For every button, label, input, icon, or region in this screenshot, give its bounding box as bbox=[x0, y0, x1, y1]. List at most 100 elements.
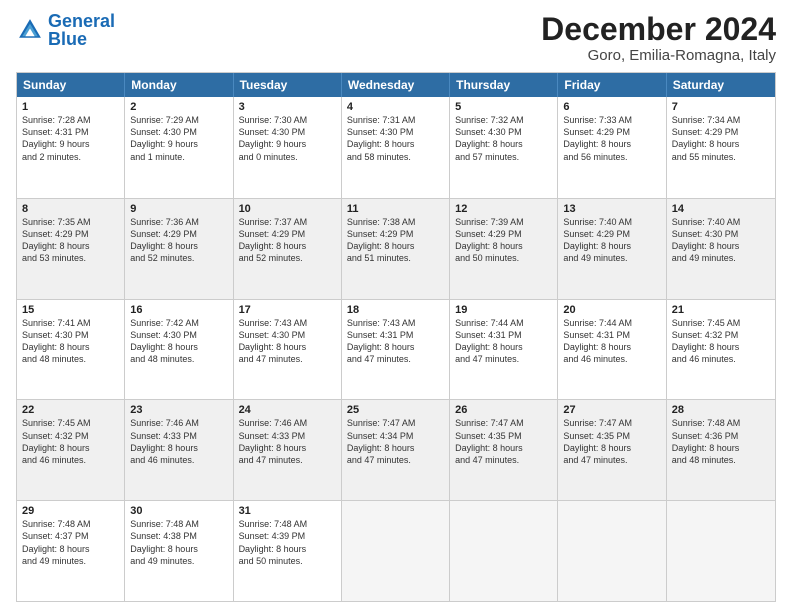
daylight-minutes-line: and 47 minutes. bbox=[239, 454, 336, 466]
daylight-minutes-line: and 47 minutes. bbox=[563, 454, 660, 466]
calendar-cell: 7 Sunrise: 7:34 AM Sunset: 4:29 PM Dayli… bbox=[667, 97, 775, 198]
sunrise-line: Sunrise: 7:43 AM bbox=[239, 317, 336, 329]
daylight-hours-line: Daylight: 8 hours bbox=[22, 543, 119, 555]
day-number: 1 bbox=[22, 101, 119, 113]
calendar-cell bbox=[558, 501, 666, 601]
day-number: 30 bbox=[130, 505, 227, 517]
daylight-minutes-line: and 51 minutes. bbox=[347, 252, 444, 264]
calendar-row-3: 15 Sunrise: 7:41 AM Sunset: 4:30 PM Dayl… bbox=[17, 299, 775, 400]
daylight-minutes-line: and 49 minutes. bbox=[672, 252, 770, 264]
daylight-hours-line: Daylight: 8 hours bbox=[130, 543, 227, 555]
sunset-line: Sunset: 4:31 PM bbox=[455, 329, 552, 341]
header-day-saturday: Saturday bbox=[667, 73, 775, 97]
daylight-minutes-line: and 58 minutes. bbox=[347, 151, 444, 163]
daylight-minutes-line: and 53 minutes. bbox=[22, 252, 119, 264]
calendar-cell: 14 Sunrise: 7:40 AM Sunset: 4:30 PM Dayl… bbox=[667, 199, 775, 299]
daylight-minutes-line: and 57 minutes. bbox=[455, 151, 552, 163]
day-number: 31 bbox=[239, 505, 336, 517]
daylight-minutes-line: and 46 minutes. bbox=[672, 353, 770, 365]
sunset-line: Sunset: 4:34 PM bbox=[347, 430, 444, 442]
day-number: 24 bbox=[239, 404, 336, 416]
sunrise-line: Sunrise: 7:45 AM bbox=[22, 417, 119, 429]
sunrise-line: Sunrise: 7:33 AM bbox=[563, 114, 660, 126]
sunset-line: Sunset: 4:30 PM bbox=[130, 329, 227, 341]
sunrise-line: Sunrise: 7:44 AM bbox=[563, 317, 660, 329]
calendar-row-5: 29 Sunrise: 7:48 AM Sunset: 4:37 PM Dayl… bbox=[17, 500, 775, 601]
calendar-row-2: 8 Sunrise: 7:35 AM Sunset: 4:29 PM Dayli… bbox=[17, 198, 775, 299]
calendar-cell: 3 Sunrise: 7:30 AM Sunset: 4:30 PM Dayli… bbox=[234, 97, 342, 198]
sunrise-line: Sunrise: 7:34 AM bbox=[672, 114, 770, 126]
daylight-hours-line: Daylight: 8 hours bbox=[22, 341, 119, 353]
daylight-hours-line: Daylight: 8 hours bbox=[563, 240, 660, 252]
calendar-cell: 10 Sunrise: 7:37 AM Sunset: 4:29 PM Dayl… bbox=[234, 199, 342, 299]
calendar-cell: 13 Sunrise: 7:40 AM Sunset: 4:29 PM Dayl… bbox=[558, 199, 666, 299]
calendar-cell: 9 Sunrise: 7:36 AM Sunset: 4:29 PM Dayli… bbox=[125, 199, 233, 299]
sunrise-line: Sunrise: 7:41 AM bbox=[22, 317, 119, 329]
sunrise-line: Sunrise: 7:31 AM bbox=[347, 114, 444, 126]
sunrise-line: Sunrise: 7:44 AM bbox=[455, 317, 552, 329]
daylight-minutes-line: and 48 minutes. bbox=[672, 454, 770, 466]
day-number: 26 bbox=[455, 404, 552, 416]
day-number: 19 bbox=[455, 304, 552, 316]
daylight-hours-line: Daylight: 8 hours bbox=[672, 442, 770, 454]
sunset-line: Sunset: 4:35 PM bbox=[455, 430, 552, 442]
header-day-monday: Monday bbox=[125, 73, 233, 97]
daylight-hours-line: Daylight: 8 hours bbox=[563, 341, 660, 353]
day-number: 8 bbox=[22, 203, 119, 215]
daylight-minutes-line: and 46 minutes. bbox=[130, 454, 227, 466]
day-number: 20 bbox=[563, 304, 660, 316]
sunrise-line: Sunrise: 7:29 AM bbox=[130, 114, 227, 126]
daylight-hours-line: Daylight: 8 hours bbox=[672, 240, 770, 252]
day-number: 28 bbox=[672, 404, 770, 416]
daylight-hours-line: Daylight: 8 hours bbox=[130, 240, 227, 252]
day-number: 9 bbox=[130, 203, 227, 215]
page: General Blue December 2024 Goro, Emilia-… bbox=[0, 0, 792, 612]
calendar-cell: 5 Sunrise: 7:32 AM Sunset: 4:30 PM Dayli… bbox=[450, 97, 558, 198]
daylight-hours-line: Daylight: 9 hours bbox=[130, 138, 227, 150]
daylight-hours-line: Daylight: 8 hours bbox=[563, 138, 660, 150]
sunset-line: Sunset: 4:39 PM bbox=[239, 530, 336, 542]
sunset-line: Sunset: 4:29 PM bbox=[347, 228, 444, 240]
day-number: 6 bbox=[563, 101, 660, 113]
day-number: 7 bbox=[672, 101, 770, 113]
sunrise-line: Sunrise: 7:48 AM bbox=[239, 518, 336, 530]
daylight-hours-line: Daylight: 8 hours bbox=[239, 442, 336, 454]
sunset-line: Sunset: 4:30 PM bbox=[130, 126, 227, 138]
header-day-tuesday: Tuesday bbox=[234, 73, 342, 97]
header: General Blue December 2024 Goro, Emilia-… bbox=[16, 12, 776, 64]
sunrise-line: Sunrise: 7:48 AM bbox=[672, 417, 770, 429]
header-day-sunday: Sunday bbox=[17, 73, 125, 97]
calendar-cell: 24 Sunrise: 7:46 AM Sunset: 4:33 PM Dayl… bbox=[234, 400, 342, 500]
sunset-line: Sunset: 4:30 PM bbox=[455, 126, 552, 138]
sunset-line: Sunset: 4:30 PM bbox=[672, 228, 770, 240]
daylight-hours-line: Daylight: 8 hours bbox=[563, 442, 660, 454]
sunset-line: Sunset: 4:33 PM bbox=[239, 430, 336, 442]
sunrise-line: Sunrise: 7:40 AM bbox=[563, 216, 660, 228]
logo-text-blue: Blue bbox=[48, 30, 115, 48]
sunrise-line: Sunrise: 7:47 AM bbox=[347, 417, 444, 429]
sunset-line: Sunset: 4:30 PM bbox=[347, 126, 444, 138]
daylight-hours-line: Daylight: 8 hours bbox=[672, 138, 770, 150]
sunrise-line: Sunrise: 7:47 AM bbox=[563, 417, 660, 429]
sunset-line: Sunset: 4:29 PM bbox=[455, 228, 552, 240]
logo: General Blue bbox=[16, 12, 115, 48]
daylight-hours-line: Daylight: 9 hours bbox=[239, 138, 336, 150]
logo-text-general: General bbox=[48, 12, 115, 30]
daylight-minutes-line: and 47 minutes. bbox=[455, 353, 552, 365]
daylight-minutes-line: and 49 minutes. bbox=[22, 555, 119, 567]
daylight-hours-line: Daylight: 8 hours bbox=[22, 442, 119, 454]
calendar-cell: 23 Sunrise: 7:46 AM Sunset: 4:33 PM Dayl… bbox=[125, 400, 233, 500]
daylight-hours-line: Daylight: 8 hours bbox=[455, 240, 552, 252]
day-number: 27 bbox=[563, 404, 660, 416]
sunrise-line: Sunrise: 7:28 AM bbox=[22, 114, 119, 126]
sunset-line: Sunset: 4:29 PM bbox=[239, 228, 336, 240]
daylight-hours-line: Daylight: 8 hours bbox=[455, 138, 552, 150]
sunset-line: Sunset: 4:29 PM bbox=[130, 228, 227, 240]
calendar-cell: 4 Sunrise: 7:31 AM Sunset: 4:30 PM Dayli… bbox=[342, 97, 450, 198]
calendar-cell: 31 Sunrise: 7:48 AM Sunset: 4:39 PM Dayl… bbox=[234, 501, 342, 601]
daylight-minutes-line: and 52 minutes. bbox=[130, 252, 227, 264]
daylight-minutes-line: and 48 minutes. bbox=[22, 353, 119, 365]
daylight-minutes-line: and 0 minutes. bbox=[239, 151, 336, 163]
calendar-body: 1 Sunrise: 7:28 AM Sunset: 4:31 PM Dayli… bbox=[17, 97, 775, 601]
day-number: 23 bbox=[130, 404, 227, 416]
